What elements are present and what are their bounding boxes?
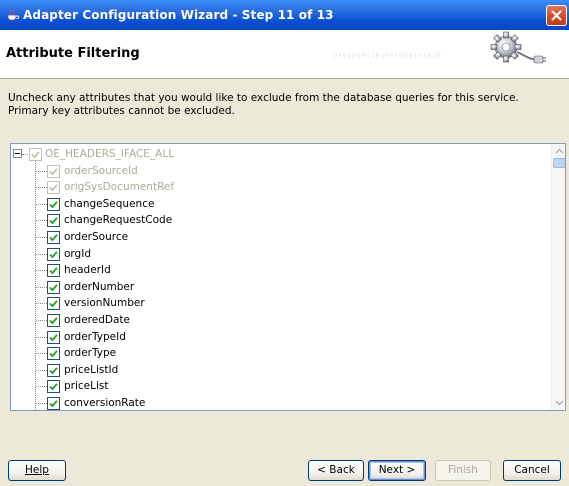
tree-connector — [36, 187, 47, 189]
attribute-label: priceListId — [64, 363, 119, 376]
attribute-label: orderSourceId — [64, 164, 138, 177]
checkmark-icon — [49, 234, 58, 242]
attribute-checkbox[interactable] — [47, 397, 60, 410]
tree-connector — [36, 369, 47, 371]
tree-connector — [36, 170, 47, 172]
attribute-checkbox[interactable] — [47, 197, 60, 211]
attribute-checkbox[interactable] — [47, 264, 60, 278]
tree-connector — [36, 353, 47, 355]
attribute-label: orderTypeId — [64, 330, 126, 343]
finish-button[interactable]: Finish — [435, 460, 491, 481]
cancel-button[interactable]: Cancel — [503, 460, 561, 481]
vertical-scrollbar[interactable] — [551, 144, 565, 410]
tree-connector — [36, 220, 47, 222]
attribute-label: origSysDocumentRef — [64, 181, 175, 194]
attribute-checkbox[interactable] — [47, 280, 60, 294]
checkmark-icon — [49, 367, 58, 375]
checkmark-icon — [49, 400, 58, 408]
back-button-label: < Back — [317, 464, 355, 476]
checkmark-icon — [49, 284, 58, 292]
checkmark-icon — [49, 167, 58, 175]
attribute-label: orderType — [64, 347, 117, 360]
checkmark-icon — [49, 201, 58, 209]
instructions-text: Uncheck any attributes that you would li… — [8, 92, 519, 117]
attribute-label: changeSequence — [64, 197, 155, 210]
finish-button-label: Finish — [448, 464, 478, 476]
next-button[interactable]: Next > — [368, 460, 426, 481]
tree-connector — [36, 286, 47, 288]
tree-connector — [22, 154, 28, 155]
wizard-window: Adapter Configuration Wizard - Step 11 o… — [0, 0, 569, 486]
attribute-checkbox[interactable] — [47, 297, 60, 311]
checkmark-icon — [49, 317, 58, 325]
attribute-checkbox[interactable] — [47, 231, 60, 244]
tree-connector — [36, 403, 47, 404]
help-button-label: Help — [25, 464, 49, 476]
tree-connector — [36, 253, 47, 255]
attribute-checkbox[interactable] — [47, 380, 60, 394]
close-icon — [551, 10, 562, 21]
attribute-label: orderNumber — [64, 280, 135, 293]
window-title: Adapter Configuration Wizard - Step 11 o… — [23, 8, 334, 22]
tree-connector — [36, 336, 47, 338]
checkmark-icon — [31, 151, 40, 159]
checkmark-icon — [49, 333, 58, 341]
attribute-tree: OE_HEADERS_IFACE_ALL orderSourceId origSys… — [11, 144, 551, 410]
attribute-tree-panel: OE_HEADERS_IFACE_ALL orderSourceId origSys… — [10, 143, 566, 411]
root-checkbox[interactable] — [29, 148, 42, 161]
tree-connector — [36, 237, 47, 238]
attribute-label: priceList — [64, 380, 109, 393]
attribute-label: orderedDate — [64, 314, 130, 326]
checkmark-icon — [49, 217, 58, 225]
attribute-checkbox[interactable] — [47, 347, 60, 361]
checkmark-icon — [49, 250, 58, 258]
chevron-up-icon — [555, 148, 564, 154]
checkmark-icon — [49, 184, 58, 192]
java-cup-icon — [7, 8, 20, 21]
tree-expander-icon[interactable] — [13, 149, 22, 158]
attribute-checkbox[interactable] — [47, 330, 60, 344]
scroll-thumb[interactable] — [553, 158, 565, 168]
next-button-label: Next > — [378, 464, 416, 476]
attribute-label: conversionRate — [64, 397, 146, 409]
title-bar[interactable]: Adapter Configuration Wizard - Step 11 o… — [0, 0, 569, 30]
tree-root-label: OE_HEADERS_IFACE_ALL — [45, 148, 175, 160]
tree-connector — [36, 386, 47, 388]
back-button[interactable]: < Back — [308, 460, 364, 481]
attribute-label: orderSource — [64, 231, 129, 243]
tree-connector — [36, 303, 47, 305]
tree-connector — [36, 203, 47, 205]
chevron-down-icon — [555, 400, 564, 406]
scroll-down-button[interactable] — [552, 395, 565, 410]
attribute-checkbox[interactable] — [47, 363, 60, 377]
tree-connector — [36, 320, 47, 321]
gear-plug-icon — [490, 31, 546, 64]
checkmark-icon — [49, 300, 58, 308]
binary-decoration: 01010100101001010101010 — [333, 52, 442, 60]
scroll-up-button[interactable] — [552, 144, 565, 159]
attribute-label: versionNumber — [64, 297, 145, 310]
attribute-checkbox[interactable] — [47, 247, 60, 261]
cancel-button-label: Cancel — [514, 464, 550, 476]
page-title: Attribute Filtering — [6, 46, 140, 61]
wizard-header: 01010100101001010101010 Attribute Filter… — [0, 30, 569, 79]
attribute-checkbox[interactable] — [47, 214, 60, 228]
tree-connector — [36, 270, 47, 272]
attribute-checkbox[interactable] — [47, 164, 60, 178]
attribute-label: changeRequestCode — [64, 214, 173, 227]
attribute-checkbox[interactable] — [47, 181, 60, 195]
attribute-checkbox[interactable] — [47, 314, 60, 327]
close-button[interactable] — [546, 5, 567, 26]
checkmark-icon — [49, 350, 58, 358]
attribute-label: orgId — [64, 247, 91, 260]
attribute-label: headerId — [64, 264, 111, 277]
checkmark-icon — [49, 267, 58, 275]
checkmark-icon — [49, 383, 58, 391]
help-button[interactable]: Help — [8, 460, 66, 481]
